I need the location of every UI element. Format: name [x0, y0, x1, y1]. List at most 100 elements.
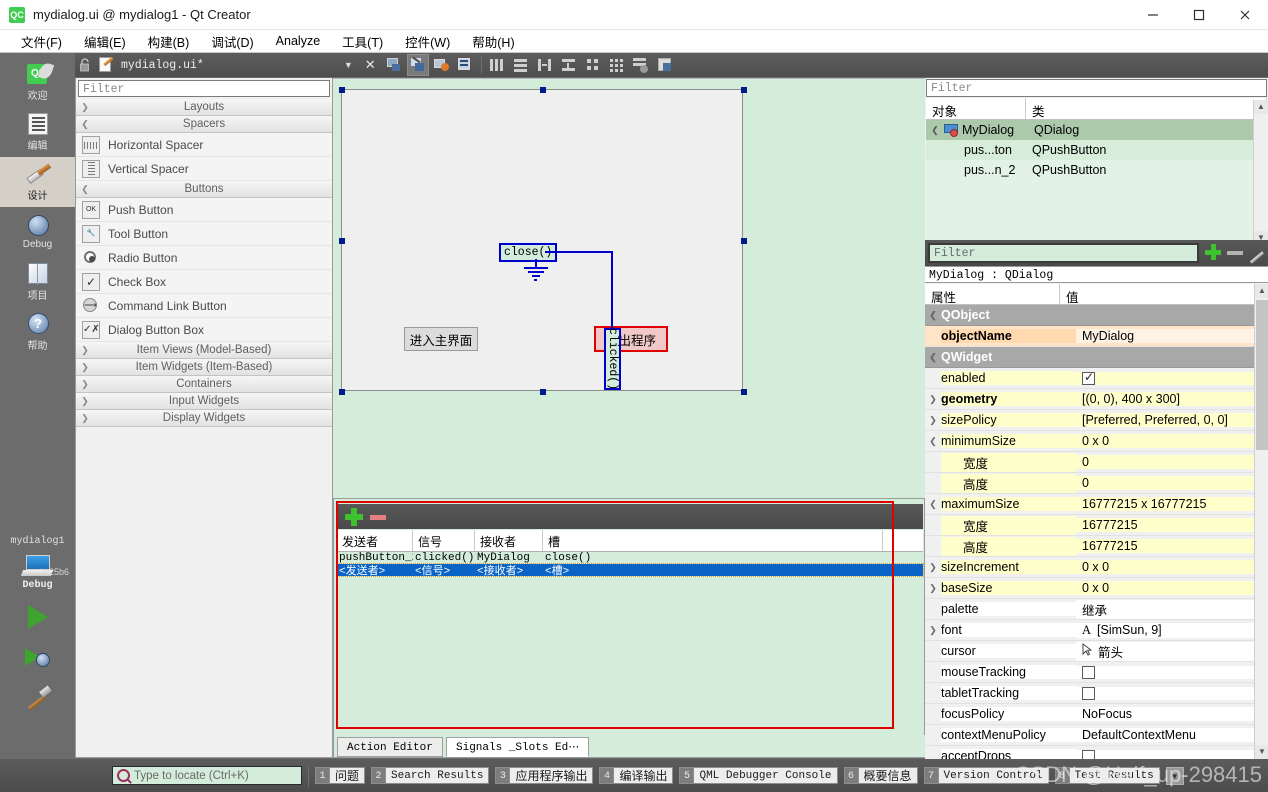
property-row-palette[interactable]: palette 继承 [925, 599, 1268, 620]
minimize-icon[interactable] [1130, 0, 1176, 30]
widget-item-radio-button[interactable]: Radio Button [76, 246, 332, 270]
widget-item-command-link-button[interactable]: ⟶ Command Link Button [76, 294, 332, 318]
property-row-maximumsize-height[interactable]: 高度 16777215 [925, 536, 1268, 557]
resize-handle[interactable] [339, 389, 345, 395]
mode-edit[interactable]: 编辑 [0, 107, 75, 157]
property-row-mousetracking[interactable]: mouseTracking [925, 662, 1268, 683]
property-value[interactable]: 16777215 [1076, 518, 1268, 532]
kit-build-config-button[interactable]: \u25b6 Debug [0, 549, 75, 597]
column-header-value[interactable]: 值 [1060, 284, 1268, 305]
mousetracking-checkbox[interactable] [1082, 665, 1095, 679]
close-icon[interactable] [1222, 0, 1268, 30]
connection-row[interactable]: <发送者> <信号> <接收者> <槽> [336, 563, 924, 578]
widget-group-display-widgets[interactable]: ❯ Display Widgets [76, 410, 332, 427]
break-layout-button[interactable] [630, 54, 652, 76]
scroll-up-icon[interactable]: ▲ [1254, 100, 1268, 114]
property-row-font[interactable]: ❯ font A [SimSun, 9] [925, 620, 1268, 641]
property-value[interactable]: 0 x 0 [1076, 560, 1268, 574]
object-inspector-scrollbar[interactable]: ▲ ▼ [1253, 100, 1268, 245]
layout-grid-button[interactable] [582, 54, 604, 76]
widget-item-horizontal-spacer[interactable]: Horizontal Spacer [76, 133, 332, 157]
resize-handle[interactable] [540, 87, 546, 93]
menu-edit[interactable]: 编辑(E) [73, 30, 137, 53]
add-property-button[interactable] [1202, 242, 1224, 264]
widget-item-vertical-spacer[interactable]: Vertical Spacer [76, 157, 332, 181]
menu-tools[interactable]: 工具(T) [331, 30, 394, 53]
widget-group-spacers[interactable]: ❮ Spacers [76, 116, 332, 133]
property-group-qobject[interactable]: ❮ QObject [925, 305, 1268, 326]
build-project-button[interactable] [0, 677, 75, 717]
resize-handle[interactable] [741, 87, 747, 93]
form-button-enter-main[interactable]: 进入主界面 [404, 327, 478, 351]
property-value[interactable]: NoFocus [1076, 707, 1268, 721]
tablettracking-checkbox[interactable] [1082, 686, 1095, 700]
property-filter-input[interactable]: Filter [928, 243, 1199, 263]
property-value[interactable] [1076, 665, 1268, 679]
mode-welcome[interactable]: Qt 欢迎 [0, 57, 75, 107]
layout-horizontally-button[interactable] [486, 54, 508, 76]
chevron-right-icon[interactable]: ❯ [925, 394, 941, 405]
menu-build[interactable]: 构建(B) [137, 30, 201, 53]
property-value[interactable]: [(0, 0), 400 x 300] [1076, 392, 1268, 406]
chevron-down-icon[interactable]: ❮ [925, 499, 941, 510]
property-value[interactable] [1076, 686, 1268, 700]
chevron-down-icon[interactable]: ❮ [926, 125, 944, 136]
resize-handle[interactable] [741, 238, 747, 244]
widget-item-push-button[interactable]: OK Push Button [76, 198, 332, 222]
property-value[interactable]: 继承 [1076, 599, 1268, 619]
property-value[interactable]: A [SimSun, 9] [1076, 622, 1268, 638]
form-dialog-mydialog[interactable]: 进入主界面 退出程序 close() clicked() [339, 87, 747, 395]
property-row-minimumsize-height[interactable]: 高度 0 [925, 473, 1268, 494]
remove-connection-button[interactable] [367, 506, 389, 528]
scroll-down-icon[interactable]: ▼ [1255, 745, 1268, 759]
property-value[interactable]: 0 x 0 [1076, 434, 1268, 448]
mode-help[interactable]: ? 帮助 [0, 307, 75, 357]
chevron-right-icon[interactable]: ❯ [925, 415, 941, 426]
layout-splitter-vertical-button[interactable] [558, 54, 580, 76]
output-pane-version-control[interactable]: 7 Version Control [923, 765, 1049, 787]
property-value[interactable]: [Preferred, Preferred, 0, 0] [1076, 413, 1268, 427]
property-row-sizepolicy[interactable]: ❯ sizePolicy [Preferred, Preferred, 0, 0… [925, 410, 1268, 431]
chevron-down-icon[interactable]: ▼ [1165, 766, 1184, 785]
object-row-pushbutton-2[interactable]: pus...n_2 QPushButton [926, 160, 1267, 180]
form-canvas[interactable]: 进入主界面 退出程序 close() clicked() [333, 78, 925, 498]
property-value[interactable]: 0 [1076, 455, 1268, 469]
property-value[interactable]: DefaultContextMenu [1076, 728, 1268, 742]
widget-group-item-widgets[interactable]: ❯ Item Widgets (Item-Based) [76, 359, 332, 376]
property-row-sizeincrement[interactable]: ❯ sizeIncrement 0 x 0 [925, 557, 1268, 578]
mode-projects[interactable]: 项目 [0, 257, 75, 307]
chevron-down-icon[interactable]: ▼ [344, 60, 353, 70]
close-document-icon[interactable]: ✕ [365, 57, 376, 73]
maximize-icon[interactable] [1176, 0, 1222, 30]
output-pane-compile-output[interactable]: 4 编译输出 [599, 765, 674, 787]
output-pane-qml-debugger-console[interactable]: 5 QML Debugger Console [679, 765, 838, 787]
widget-group-item-views[interactable]: ❯ Item Views (Model-Based) [76, 342, 332, 359]
locator-input[interactable]: Type to locate (Ctrl+K) [112, 766, 302, 785]
output-pane-application-output[interactable]: 3 应用程序输出 [495, 765, 594, 787]
property-row-geometry[interactable]: ❯ geometry [(0, 0), 400 x 300] [925, 389, 1268, 410]
output-pane-test-results[interactable]: 8 Test Results [1054, 765, 1160, 787]
property-row-enabled[interactable]: enabled [925, 368, 1268, 389]
widget-box-filter-input[interactable]: Filter [78, 80, 330, 97]
chevron-right-icon[interactable]: ❯ [925, 583, 941, 594]
widget-item-tool-button[interactable]: 🔧 Tool Button [76, 222, 332, 246]
property-row-objectname[interactable]: objectName MyDialog [925, 326, 1268, 347]
property-row-minimumsize-width[interactable]: 宽度 0 [925, 452, 1268, 473]
property-value[interactable]: 箭头 [1076, 641, 1268, 661]
property-row-minimumsize[interactable]: ❮ minimumSize 0 x 0 [925, 431, 1268, 452]
property-value[interactable] [1076, 749, 1268, 759]
edit-signals-slots-button[interactable] [406, 54, 429, 76]
property-row-focuspolicy[interactable]: focusPolicy NoFocus [925, 704, 1268, 725]
enabled-checkbox[interactable] [1082, 371, 1095, 385]
column-header-sender[interactable]: 发送者 [337, 530, 413, 551]
column-header-object[interactable]: 对象 [926, 98, 1026, 119]
property-value[interactable]: 16777215 [1076, 539, 1268, 553]
output-pane-general-messages[interactable]: 6 概要信息 [843, 765, 918, 787]
property-row-acceptdrops[interactable]: acceptDrops [925, 746, 1268, 759]
output-pane-issues[interactable]: 1 问题 [315, 765, 366, 787]
acceptdrops-checkbox[interactable] [1082, 749, 1095, 759]
property-row-maximumsize-width[interactable]: 宽度 16777215 [925, 515, 1268, 536]
scrollbar-thumb[interactable] [1256, 300, 1268, 450]
property-value[interactable]: 0 x 0 [1076, 581, 1268, 595]
property-group-qwidget[interactable]: ❮ QWidget [925, 347, 1268, 368]
